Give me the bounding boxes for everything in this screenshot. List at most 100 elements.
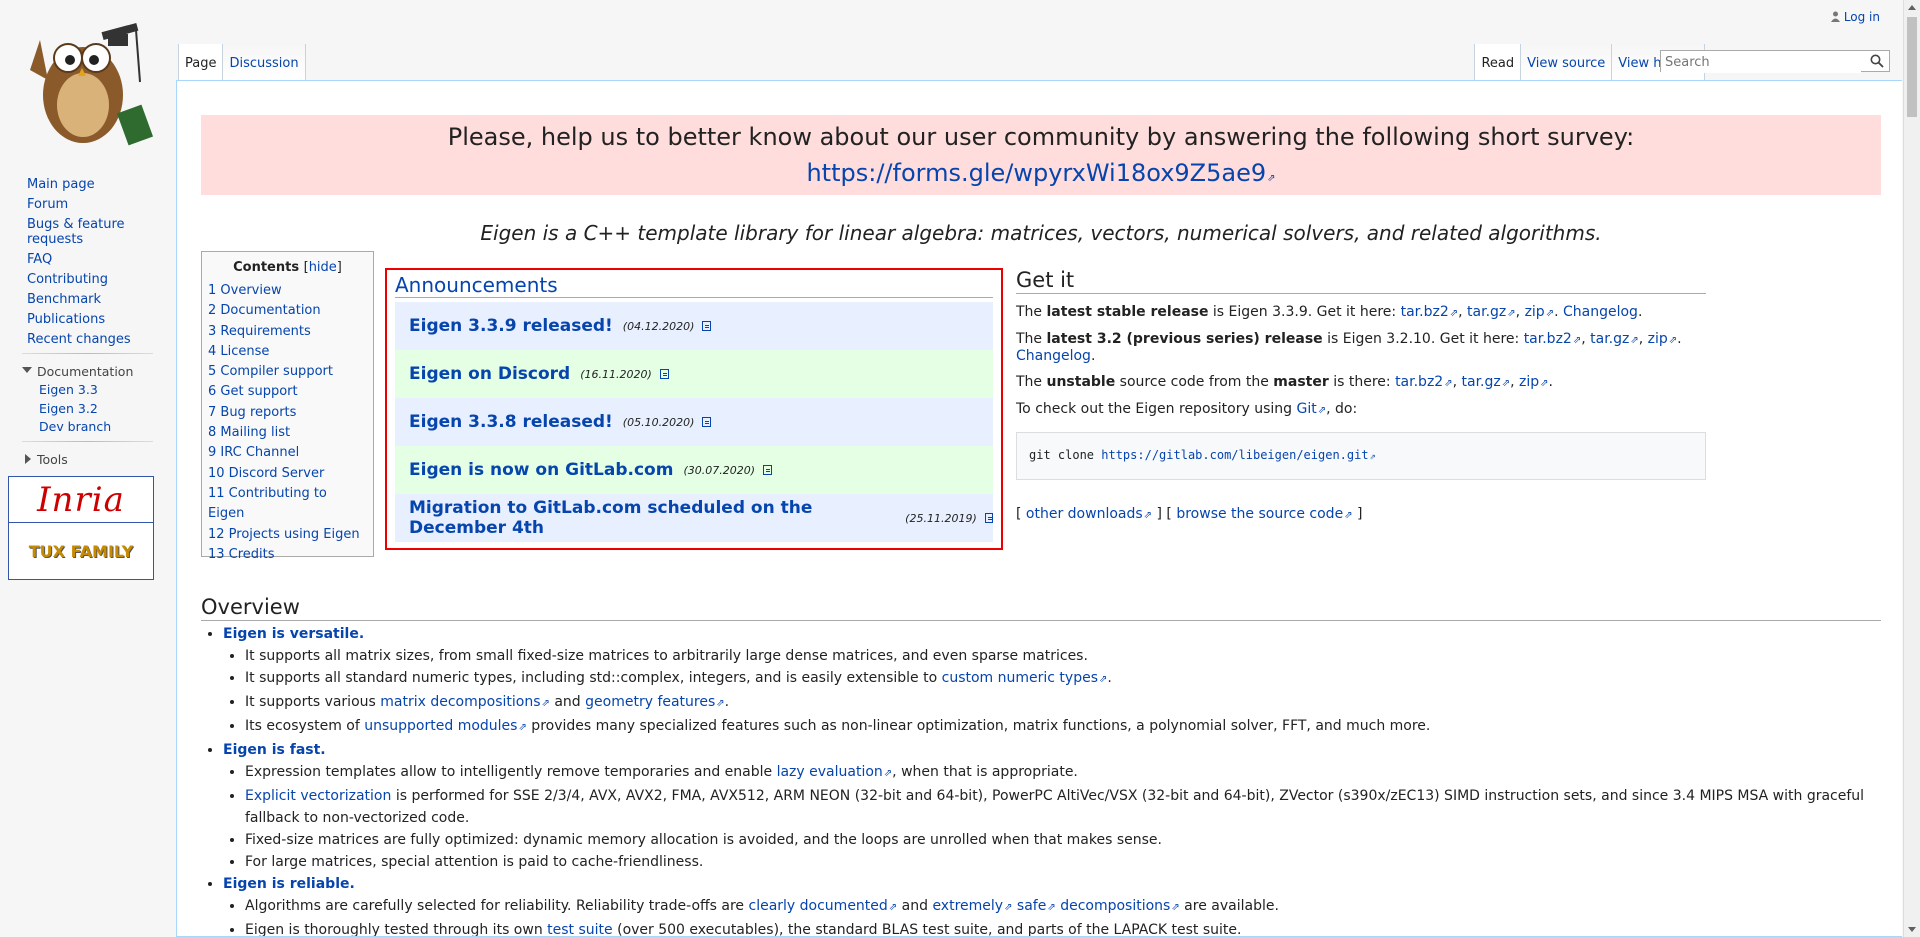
sidebar-item-contributing[interactable]: Contributing: [27, 272, 108, 287]
toc-item[interactable]: 4 License: [208, 344, 269, 359]
unstable-targz-link[interactable]: tar.gz: [1462, 374, 1511, 390]
search-input[interactable]: [1661, 52, 1861, 73]
sidebar-item-publications[interactable]: Publications: [27, 312, 105, 327]
lazy-evaluation-link[interactable]: lazy evaluation: [777, 764, 893, 780]
vertical-scrollbar[interactable]: [1903, 0, 1920, 937]
custom-numeric-types-link[interactable]: custom numeric types: [942, 670, 1108, 686]
tab-read[interactable]: Read: [1474, 44, 1522, 80]
tab-discussion[interactable]: Discussion: [223, 44, 306, 80]
safe-link[interactable]: safe: [1017, 898, 1056, 914]
toc-item[interactable]: 1 Overview: [208, 283, 282, 298]
git-link[interactable]: Git: [1297, 401, 1327, 417]
toc-item[interactable]: 2 Documentation: [208, 303, 321, 318]
list-item: Eigen is fast. Expression templates allo…: [223, 739, 1881, 873]
tab-page[interactable]: Page: [178, 44, 224, 80]
search-icon[interactable]: [1870, 54, 1884, 68]
extremely-link[interactable]: extremely: [932, 898, 1012, 914]
announcement-item[interactable]: Eigen is now on GitLab.com (30.07.2020): [395, 446, 993, 494]
reliable-link[interactable]: Eigen is reliable.: [223, 876, 355, 892]
sidebar-item-eigen-32[interactable]: Eigen 3.2: [39, 401, 98, 416]
sidebar-item-forum[interactable]: Forum: [27, 197, 68, 212]
geometry-features-link[interactable]: geometry features: [585, 694, 725, 710]
unstable-tarbz2-link[interactable]: tar.bz2: [1395, 374, 1453, 390]
list-item: It supports various matrix decomposition…: [245, 691, 1881, 715]
announcement-item[interactable]: Migration to GitLab.com scheduled on the…: [395, 494, 993, 542]
stable-zip-link[interactable]: zip: [1525, 304, 1555, 320]
document-icon: [984, 513, 993, 523]
old-zip-link[interactable]: zip: [1648, 331, 1678, 347]
sidebar-nav: Main page Forum Bugs & feature requests …: [0, 177, 175, 347]
sidebar-item-dev-branch[interactable]: Dev branch: [39, 419, 111, 434]
matrix-decompositions-link[interactable]: matrix decompositions: [380, 694, 550, 710]
login-link[interactable]: Log in: [1844, 10, 1880, 24]
explicit-vectorization-link[interactable]: Explicit vectorization: [245, 788, 391, 804]
decompositions-link[interactable]: decompositions: [1060, 898, 1180, 914]
overview-section: Overview Eigen is versatile. It supports…: [201, 595, 1881, 936]
toc-title: Contents [hide]: [233, 260, 342, 275]
tuxfamily-logo[interactable]: TUX FAMILY: [9, 523, 153, 579]
toc-item[interactable]: 11 Contributing to Eigen: [208, 486, 327, 521]
sidebar-documentation-list: Eigen 3.3 Eigen 3.2 Dev branch: [0, 383, 175, 434]
text: Its ecosystem of: [245, 718, 365, 734]
scrollbar-thumb[interactable]: [1907, 17, 1917, 117]
versatile-link[interactable]: Eigen is versatile.: [223, 626, 364, 642]
tagline: Eigen is a C++ template library for line…: [480, 221, 1602, 245]
unstable-zip-link[interactable]: zip: [1519, 374, 1549, 390]
clearly-documented-link[interactable]: clearly documented: [749, 898, 898, 914]
toc-item[interactable]: 12 Projects using Eigen: [208, 527, 360, 542]
text: The: [1016, 374, 1047, 391]
overview-list: Eigen is versatile. It supports all matr…: [201, 623, 1881, 936]
sidebar-item-benchmark[interactable]: Benchmark: [27, 292, 101, 307]
sidebar-tools-header[interactable]: Tools: [0, 452, 175, 467]
toc-title-text: Contents: [233, 260, 300, 275]
stable-release-line: The latest stable release is Eigen 3.3.9…: [1016, 304, 1706, 321]
announcement-date: (30.07.2020): [683, 463, 756, 477]
tab-view-source[interactable]: View source: [1521, 44, 1613, 80]
list-item: Explicit vectorization is performed for …: [245, 785, 1881, 829]
sidebar-item-main-page[interactable]: Main page: [27, 177, 95, 192]
toc-item[interactable]: 7 Bug reports: [208, 405, 296, 420]
toc-item[interactable]: 13 Credits: [208, 547, 275, 562]
sidebar-item-eigen-33[interactable]: Eigen 3.3: [39, 382, 98, 397]
stable-tarbz2-link[interactable]: tar.bz2: [1401, 304, 1459, 320]
announcement-title: Eigen 3.3.9 released!: [409, 316, 613, 336]
inria-logo[interactable]: Inria: [9, 477, 153, 523]
announcement-item[interactable]: Eigen on Discord (16.11.2020): [395, 350, 993, 398]
announcements-box: Announcements Eigen 3.3.9 released! (04.…: [385, 268, 1003, 550]
old-changelog-link[interactable]: Changelog: [1016, 348, 1091, 364]
announcement-item[interactable]: Eigen 3.3.8 released! (05.10.2020): [395, 398, 993, 446]
list-item: Expression templates allow to intelligen…: [245, 761, 1881, 785]
unsupported-modules-link[interactable]: unsupported modules: [364, 718, 527, 734]
toc-item[interactable]: 5 Compiler support: [208, 364, 333, 379]
other-downloads-link[interactable]: other downloads: [1026, 506, 1152, 522]
text: is there:: [1328, 374, 1396, 391]
toc-item[interactable]: 10 Discord Server: [208, 466, 324, 481]
toc-hide-link[interactable]: hide: [309, 260, 337, 275]
text: , do:: [1326, 401, 1358, 418]
survey-link[interactable]: https://forms.gle/wpyrxWi18ox9Z5ae9: [806, 159, 1275, 187]
list-item: Eigen is thoroughly tested through its o…: [245, 919, 1881, 936]
document-icon: [702, 321, 712, 331]
toc-item[interactable]: 8 Mailing list: [208, 425, 290, 440]
scroll-down-icon[interactable]: [1908, 927, 1916, 932]
repo-url-link[interactable]: https://gitlab.com/libeigen/eigen.git: [1101, 448, 1375, 462]
browse-source-link[interactable]: browse the source code: [1176, 506, 1352, 522]
fast-link[interactable]: Eigen is fast.: [223, 742, 326, 758]
test-suite-link[interactable]: test suite: [547, 922, 613, 936]
toc-item[interactable]: 6 Get support: [208, 384, 298, 399]
site-logo[interactable]: [18, 10, 158, 150]
sidebar-documentation-header[interactable]: Documentation: [0, 364, 175, 379]
sidebar-item-recent-changes[interactable]: Recent changes: [27, 332, 131, 347]
toc-item[interactable]: 3 Requirements: [208, 324, 311, 339]
announcement-item[interactable]: Eigen 3.3.9 released! (04.12.2020): [395, 302, 993, 350]
document-icon: [659, 369, 669, 379]
sidebar-item-bugs[interactable]: Bugs & feature requests: [27, 217, 125, 247]
old-targz-link[interactable]: tar.gz: [1590, 331, 1639, 347]
old-tarbz2-link[interactable]: tar.bz2: [1524, 331, 1582, 347]
scroll-up-icon[interactable]: [1908, 5, 1916, 10]
stable-changelog-link[interactable]: Changelog: [1563, 304, 1638, 320]
stable-targz-link[interactable]: tar.gz: [1467, 304, 1516, 320]
sidebar-item-faq[interactable]: FAQ: [27, 252, 52, 267]
toc-item[interactable]: 9 IRC Channel: [208, 445, 299, 460]
list-item: It supports all standard numeric types, …: [245, 667, 1881, 691]
